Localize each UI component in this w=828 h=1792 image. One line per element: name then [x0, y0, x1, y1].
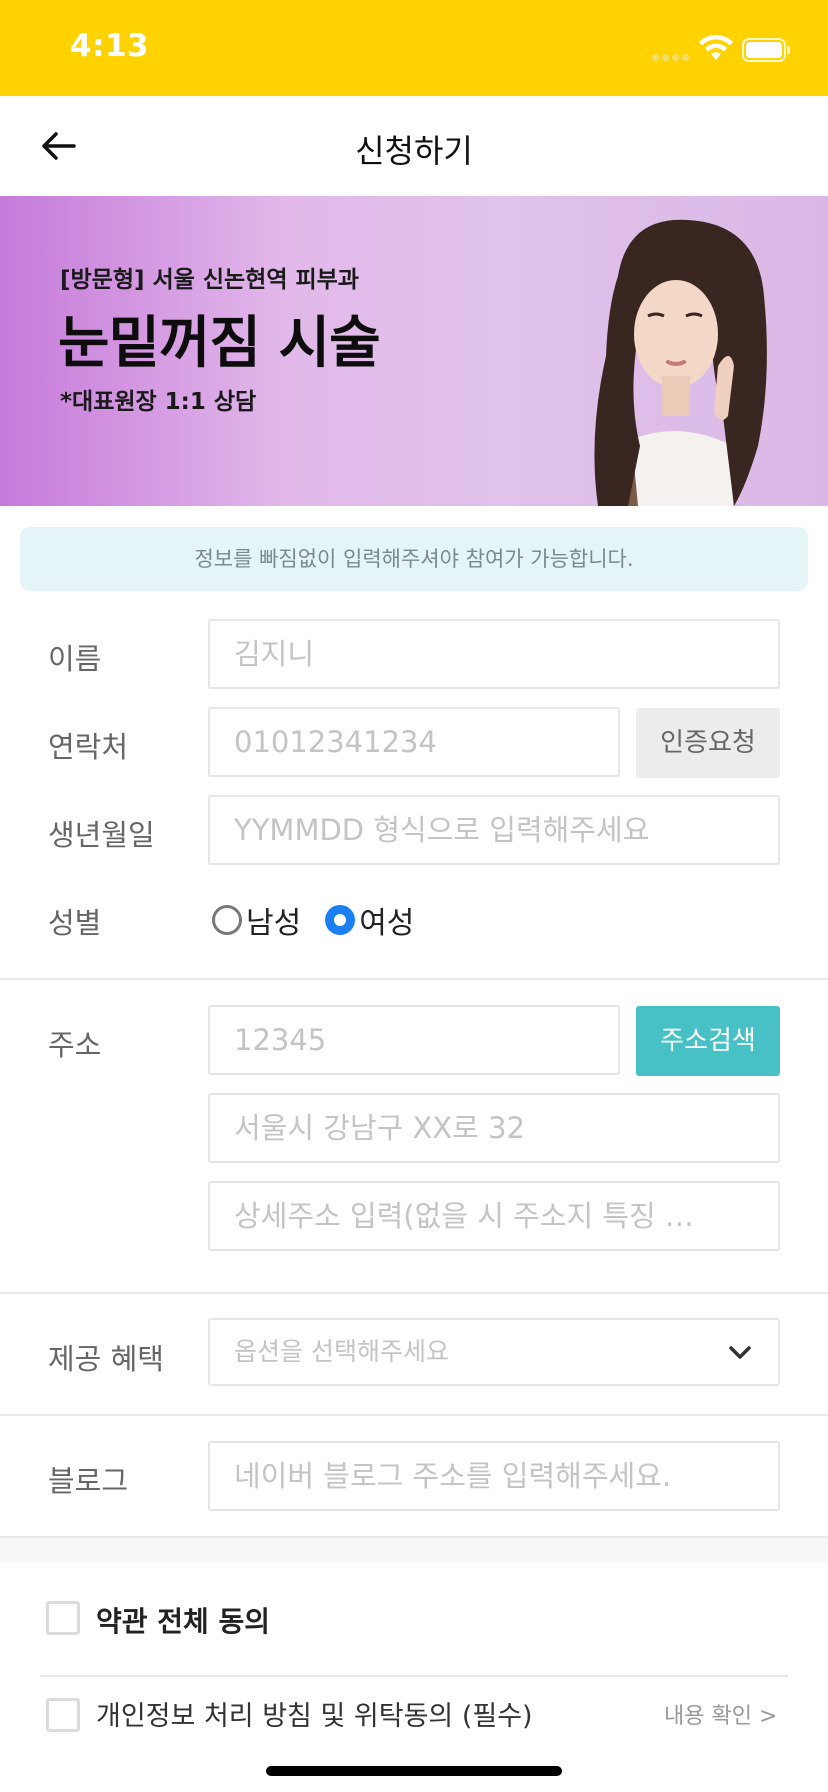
birth-label: 생년월일	[48, 818, 155, 852]
name-input[interactable]: 김지니	[208, 619, 780, 689]
phone-label: 연락처	[48, 730, 129, 764]
chevron-down-icon	[729, 1346, 751, 1359]
section-gap	[0, 1538, 828, 1562]
gender-radio-group: 남성 여성	[212, 896, 438, 944]
privacy-checkbox[interactable]	[46, 1698, 80, 1732]
zipcode-input[interactable]: 12345	[208, 1005, 620, 1075]
divider	[0, 1292, 828, 1294]
battery-icon	[742, 38, 790, 62]
benefit-select-placeholder: 옵션을 선택해주세요	[234, 1337, 449, 1366]
gender-label: 성별	[48, 906, 102, 940]
birth-input[interactable]: YYMMDD 형식으로 입력해주세요	[208, 795, 780, 865]
agree-all-checkbox[interactable]	[46, 1601, 80, 1635]
address-label: 주소	[48, 1028, 102, 1062]
divider	[40, 1675, 788, 1677]
nav-bar: 신청하기	[0, 96, 828, 196]
view-terms-link[interactable]: 내용 확인 >	[664, 1698, 777, 1730]
divider	[0, 978, 828, 980]
benefit-label: 제공 혜택	[48, 1342, 164, 1376]
banner-title: 눈밑꺼짐 시술	[58, 311, 381, 376]
divider	[0, 1414, 828, 1416]
blog-input[interactable]: 네이버 블로그 주소를 입력해주세요.	[208, 1441, 780, 1511]
notice-box: 정보를 빠짐없이 입력해주셔야 참여가 가능합니다.	[20, 527, 808, 591]
radio-unchecked-icon	[212, 905, 242, 935]
page-title: 신청하기	[355, 132, 473, 170]
status-time: 4:13	[70, 28, 150, 64]
agree-all-label: 약관 전체 동의	[96, 1605, 271, 1638]
detail-address-input[interactable]: 상세주소 입력(없을 시 주소지 특징 …	[208, 1181, 780, 1251]
banner-subtitle: [방문형] 서울 신논현역 피부과	[60, 267, 359, 293]
signal-icon	[652, 46, 698, 61]
banner-note: *대표원장 1:1 상담	[60, 389, 257, 415]
gender-female-label: 여성	[359, 906, 415, 941]
blog-label: 블로그	[48, 1464, 129, 1498]
road-address-input[interactable]: 서울시 강남구 XX로 32	[208, 1093, 780, 1163]
name-label: 이름	[48, 642, 102, 676]
privacy-terms-label: 개인정보 처리 방침 및 위탁동의 (필수)	[96, 1701, 533, 1732]
verify-request-button[interactable]: 인증요청	[636, 708, 780, 778]
benefit-select[interactable]: 옵션을 선택해주세요	[208, 1318, 780, 1386]
home-indicator	[266, 1766, 562, 1776]
address-search-button[interactable]: 주소검색	[636, 1006, 780, 1076]
gender-male-radio[interactable]: 남성	[212, 898, 301, 942]
radio-checked-icon	[325, 905, 356, 935]
gender-female-radio[interactable]: 여성	[325, 898, 414, 942]
model-photo	[594, 219, 767, 506]
wifi-icon	[699, 34, 733, 60]
promo-banner: [방문형] 서울 신논현역 피부과 눈밑꺼짐 시술 *대표원장 1:1 상담	[0, 196, 828, 506]
status-bar: 4:13	[0, 0, 828, 96]
gender-male-label: 남성	[246, 906, 302, 941]
phone-input[interactable]: 01012341234	[208, 707, 620, 777]
